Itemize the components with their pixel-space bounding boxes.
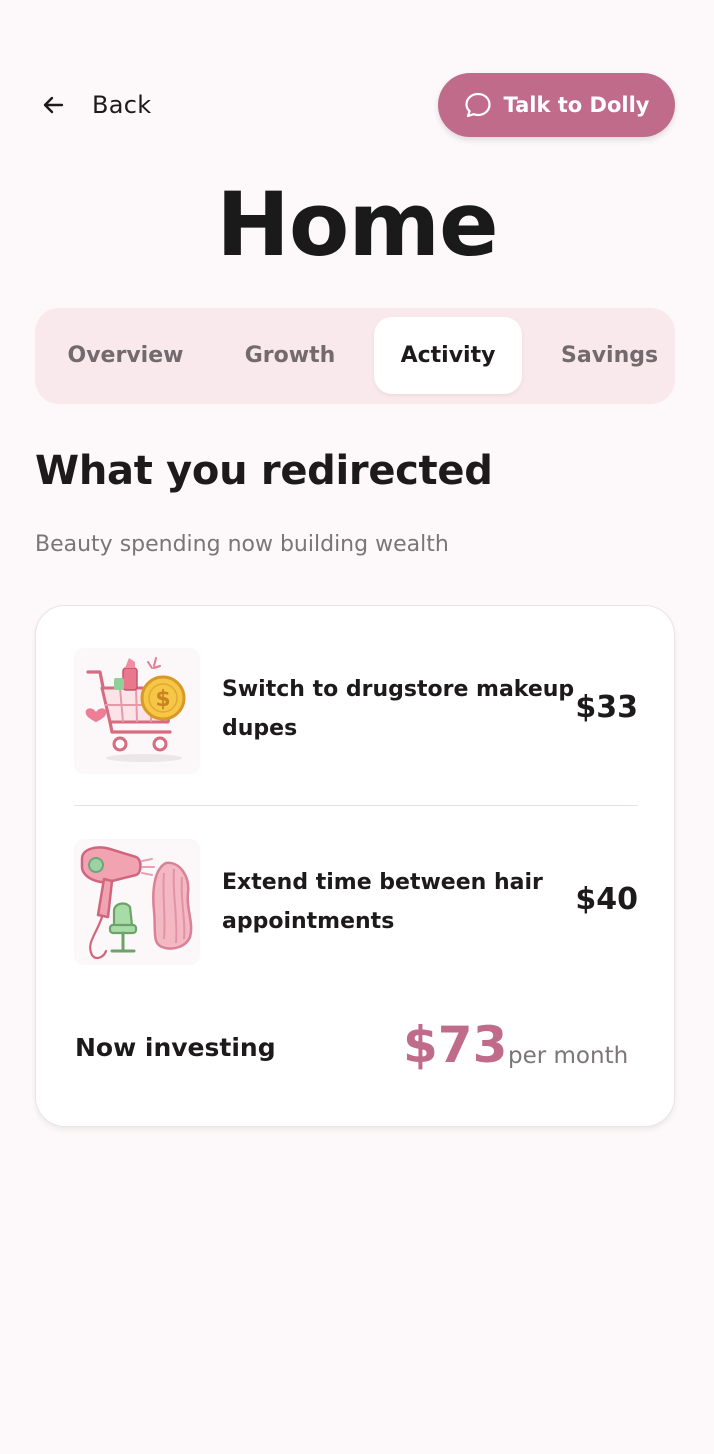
talk-to-dolly-label: Talk to Dolly bbox=[503, 93, 650, 117]
list-item: $ Switch to drugstore makeup dupes $33 bbox=[74, 648, 638, 778]
shopping-cart-makeup-icon: $ bbox=[74, 648, 200, 774]
back-label: Back bbox=[92, 91, 152, 119]
tab-activity[interactable]: Activity bbox=[374, 317, 522, 394]
section-subtitle: Beauty spending now building wealth bbox=[35, 532, 449, 557]
item-label: Extend time between hair appointments bbox=[222, 870, 543, 934]
item-amount: $40 bbox=[575, 882, 638, 917]
tab-overview[interactable]: Overview bbox=[54, 317, 197, 394]
page: Back Talk to Dolly Home Overview Growth … bbox=[0, 0, 714, 1454]
back-button[interactable]: Back bbox=[38, 82, 151, 128]
talk-to-dolly-button[interactable]: Talk to Dolly bbox=[438, 73, 675, 137]
now-investing-label: Now investing bbox=[75, 1033, 276, 1062]
redirected-card: $ Switch to drugstore makeup dupes $33 E… bbox=[35, 605, 675, 1127]
section-title: What you redirected bbox=[35, 448, 493, 494]
now-investing-unit: per month bbox=[508, 1043, 629, 1069]
now-investing-amount: $73 bbox=[403, 1016, 508, 1074]
list-item: Extend time between hair appointments $4… bbox=[74, 839, 638, 969]
hair-dryer-salon-icon bbox=[74, 839, 200, 965]
arrow-left-icon bbox=[38, 90, 68, 120]
divider bbox=[74, 805, 638, 806]
tab-savings[interactable]: Savings bbox=[542, 317, 675, 394]
item-amount: $33 bbox=[575, 690, 638, 725]
tab-bar: Overview Growth Activity Savings bbox=[35, 308, 675, 404]
page-title: Home bbox=[216, 173, 498, 276]
chat-bubble-icon bbox=[464, 91, 492, 119]
item-label: Switch to drugstore makeup dupes bbox=[222, 677, 575, 741]
svg-text:$: $ bbox=[155, 687, 170, 712]
tab-growth[interactable]: Growth bbox=[225, 317, 355, 394]
